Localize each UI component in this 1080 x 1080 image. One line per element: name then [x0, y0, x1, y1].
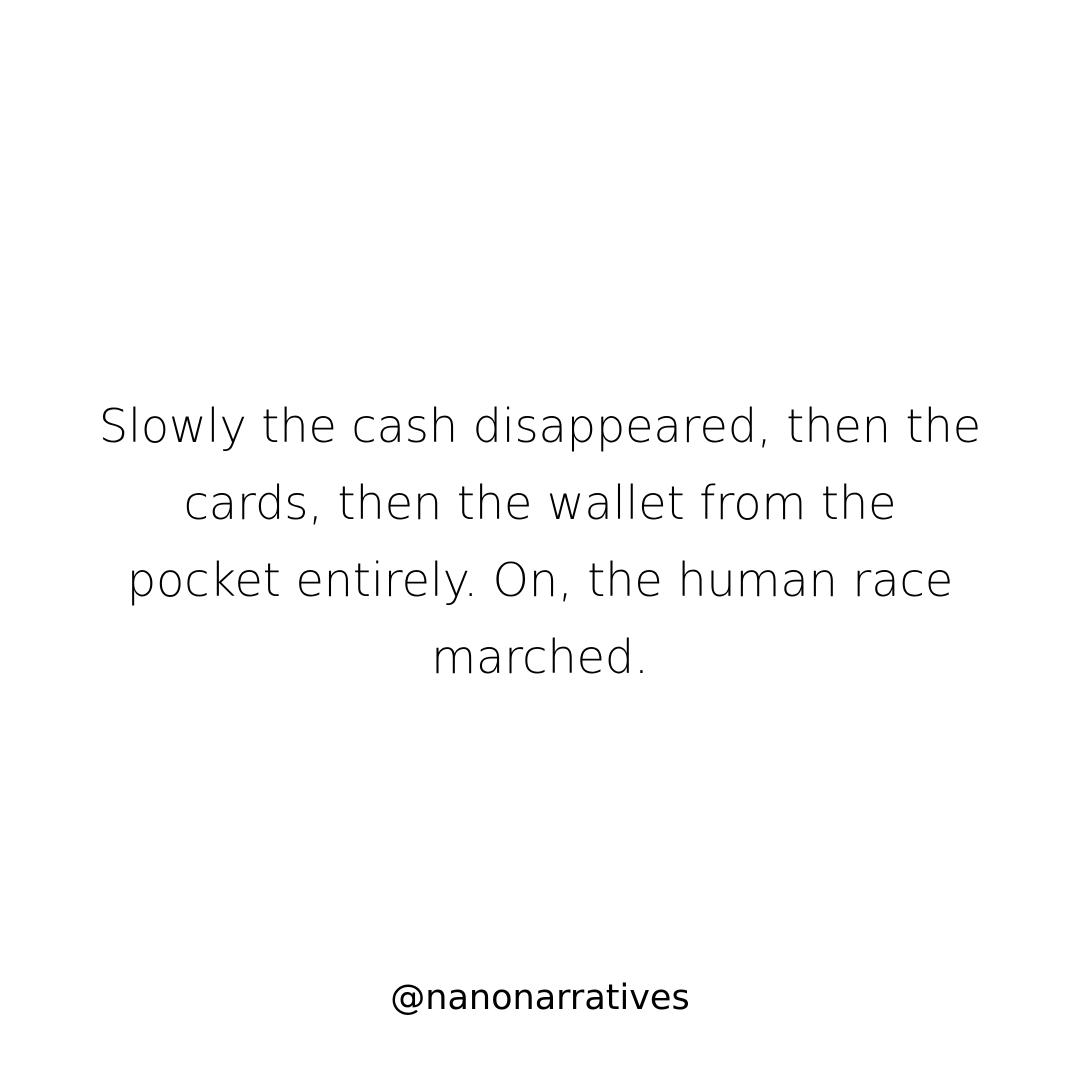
story-text: Slowly the cash disappeared, then the ca…	[50, 388, 1030, 696]
account-handle: @nanonarratives	[390, 978, 690, 1018]
story-line: marched.	[431, 630, 649, 684]
story-line: cards, then the wallet from the	[183, 476, 897, 530]
story-line: Slowly the cash disappeared, then the	[98, 399, 982, 453]
post-card: Slowly the cash disappeared, then the ca…	[0, 0, 1080, 1080]
story-line: pocket entirely. On, the human race	[126, 553, 954, 607]
